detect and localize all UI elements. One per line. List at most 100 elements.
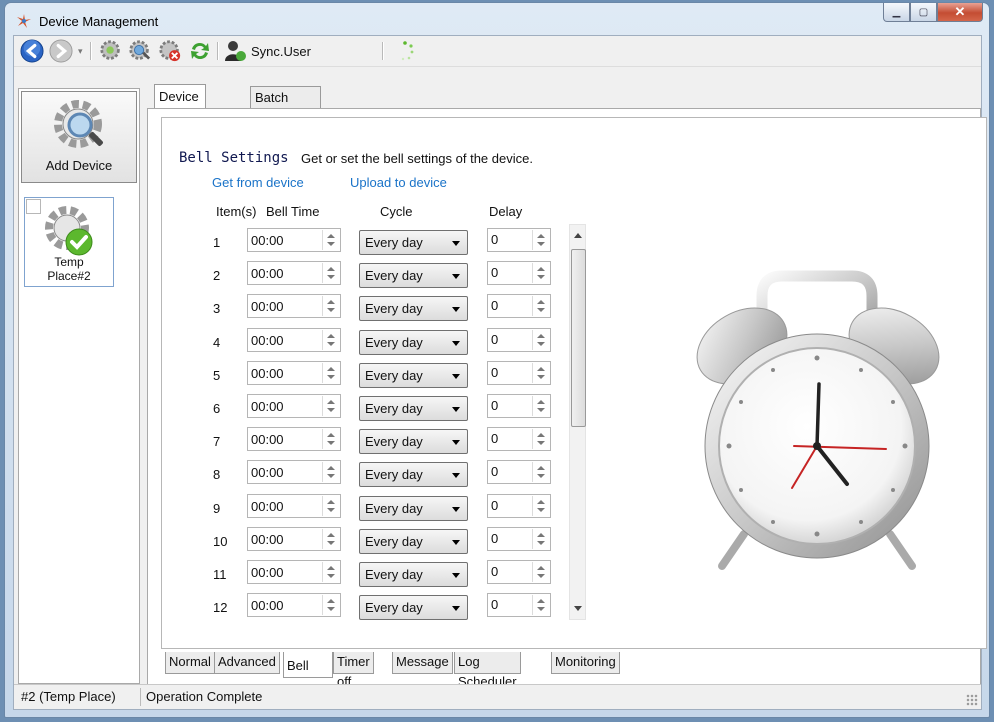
spin-up-icon[interactable]	[537, 500, 545, 504]
delay-spinner[interactable]	[532, 595, 549, 615]
time-spinner[interactable]	[322, 330, 339, 350]
delay-input[interactable]: 0	[487, 460, 551, 484]
spin-up-icon[interactable]	[327, 533, 335, 537]
spin-down-icon[interactable]	[537, 574, 545, 578]
delay-spinner[interactable]	[532, 230, 549, 250]
bell-time-input[interactable]: 00:00	[247, 460, 341, 484]
bell-time-input[interactable]: 00:00	[247, 294, 341, 318]
delay-input[interactable]: 0	[487, 261, 551, 285]
delay-input[interactable]: 0	[487, 328, 551, 352]
spin-up-icon[interactable]	[537, 400, 545, 404]
spin-down-icon[interactable]	[537, 607, 545, 611]
search-device-icon[interactable]	[98, 39, 124, 63]
device-tile[interactable]: Temp Place#2	[24, 197, 114, 287]
time-spinner[interactable]	[322, 562, 339, 582]
delay-spinner[interactable]	[532, 296, 549, 316]
delay-input[interactable]: 0	[487, 228, 551, 252]
spin-down-icon[interactable]	[537, 308, 545, 312]
time-spinner[interactable]	[322, 429, 339, 449]
bell-time-input[interactable]: 00:00	[247, 228, 341, 252]
sync-icon[interactable]	[188, 39, 212, 63]
spin-up-icon[interactable]	[327, 400, 335, 404]
spin-up-icon[interactable]	[537, 466, 545, 470]
maximize-button[interactable]: ▢	[910, 3, 937, 22]
add-device-button[interactable]: Add Device	[21, 91, 137, 183]
cycle-dropdown[interactable]: Every day	[359, 429, 468, 454]
spin-down-icon[interactable]	[327, 242, 335, 246]
bell-list-scrollbar[interactable]	[569, 224, 586, 620]
resize-grip-icon[interactable]	[966, 694, 978, 706]
cycle-dropdown[interactable]: Every day	[359, 595, 468, 620]
tab-bell[interactable]: Bell	[283, 652, 333, 678]
get-from-device-link[interactable]: Get from device	[212, 175, 304, 190]
spin-up-icon[interactable]	[327, 300, 335, 304]
bell-time-input[interactable]: 00:00	[247, 527, 341, 551]
cycle-dropdown[interactable]: Every day	[359, 462, 468, 487]
spin-down-icon[interactable]	[537, 342, 545, 346]
bell-time-input[interactable]: 00:00	[247, 394, 341, 418]
cycle-dropdown[interactable]: Every day	[359, 496, 468, 521]
spin-up-icon[interactable]	[327, 334, 335, 338]
time-spinner[interactable]	[322, 496, 339, 516]
spin-up-icon[interactable]	[537, 267, 545, 271]
delay-input[interactable]: 0	[487, 494, 551, 518]
spin-up-icon[interactable]	[537, 599, 545, 603]
cycle-dropdown[interactable]: Every day	[359, 330, 468, 355]
spin-down-icon[interactable]	[537, 541, 545, 545]
bell-time-input[interactable]: 00:00	[247, 593, 341, 617]
delay-input[interactable]: 0	[487, 394, 551, 418]
remove-device-icon[interactable]	[157, 39, 183, 63]
spin-down-icon[interactable]	[327, 275, 335, 279]
delay-input[interactable]: 0	[487, 361, 551, 385]
time-spinner[interactable]	[322, 529, 339, 549]
tab-normal[interactable]: Normal	[165, 652, 215, 674]
spin-down-icon[interactable]	[537, 275, 545, 279]
cycle-dropdown[interactable]: Every day	[359, 396, 468, 421]
spin-down-icon[interactable]	[537, 441, 545, 445]
delay-spinner[interactable]	[532, 496, 549, 516]
delay-spinner[interactable]	[532, 529, 549, 549]
delay-input[interactable]: 0	[487, 294, 551, 318]
spin-up-icon[interactable]	[327, 267, 335, 271]
cycle-dropdown[interactable]: Every day	[359, 263, 468, 288]
tab-monitoring[interactable]: Monitoring	[551, 652, 620, 674]
delay-spinner[interactable]	[532, 462, 549, 482]
tab-timer-off[interactable]: Timer off	[333, 652, 374, 689]
delay-input[interactable]: 0	[487, 560, 551, 584]
spin-down-icon[interactable]	[327, 408, 335, 412]
back-icon[interactable]	[19, 39, 45, 63]
refresh-devices-icon[interactable]	[127, 39, 153, 63]
time-spinner[interactable]	[322, 296, 339, 316]
delay-input[interactable]: 0	[487, 593, 551, 617]
bell-time-input[interactable]: 00:00	[247, 427, 341, 451]
forward-icon[interactable]	[48, 39, 74, 63]
delay-spinner[interactable]	[532, 429, 549, 449]
spin-up-icon[interactable]	[327, 566, 335, 570]
spin-up-icon[interactable]	[537, 334, 545, 338]
spin-down-icon[interactable]	[537, 508, 545, 512]
time-spinner[interactable]	[322, 363, 339, 383]
spin-up-icon[interactable]	[537, 234, 545, 238]
cycle-dropdown[interactable]: Every day	[359, 296, 468, 321]
close-button[interactable]: ✕	[937, 3, 983, 22]
cycle-dropdown[interactable]: Every day	[359, 529, 468, 554]
spin-up-icon[interactable]	[537, 300, 545, 304]
spin-up-icon[interactable]	[327, 433, 335, 437]
tab-device-control[interactable]: Device Control	[154, 84, 206, 128]
spin-down-icon[interactable]	[327, 508, 335, 512]
bell-time-input[interactable]: 00:00	[247, 328, 341, 352]
bell-time-input[interactable]: 00:00	[247, 494, 341, 518]
scroll-thumb[interactable]	[571, 249, 586, 427]
spin-up-icon[interactable]	[537, 367, 545, 371]
title-bar[interactable]: Device Management ▁ ▢ ✕	[5, 3, 989, 35]
spin-down-icon[interactable]	[327, 607, 335, 611]
spin-down-icon[interactable]	[327, 474, 335, 478]
spin-up-icon[interactable]	[327, 234, 335, 238]
bell-time-input[interactable]: 00:00	[247, 261, 341, 285]
cycle-dropdown[interactable]: Every day	[359, 363, 468, 388]
spin-down-icon[interactable]	[327, 574, 335, 578]
spin-up-icon[interactable]	[327, 466, 335, 470]
delay-spinner[interactable]	[532, 330, 549, 350]
delay-input[interactable]: 0	[487, 427, 551, 451]
spin-down-icon[interactable]	[537, 375, 545, 379]
